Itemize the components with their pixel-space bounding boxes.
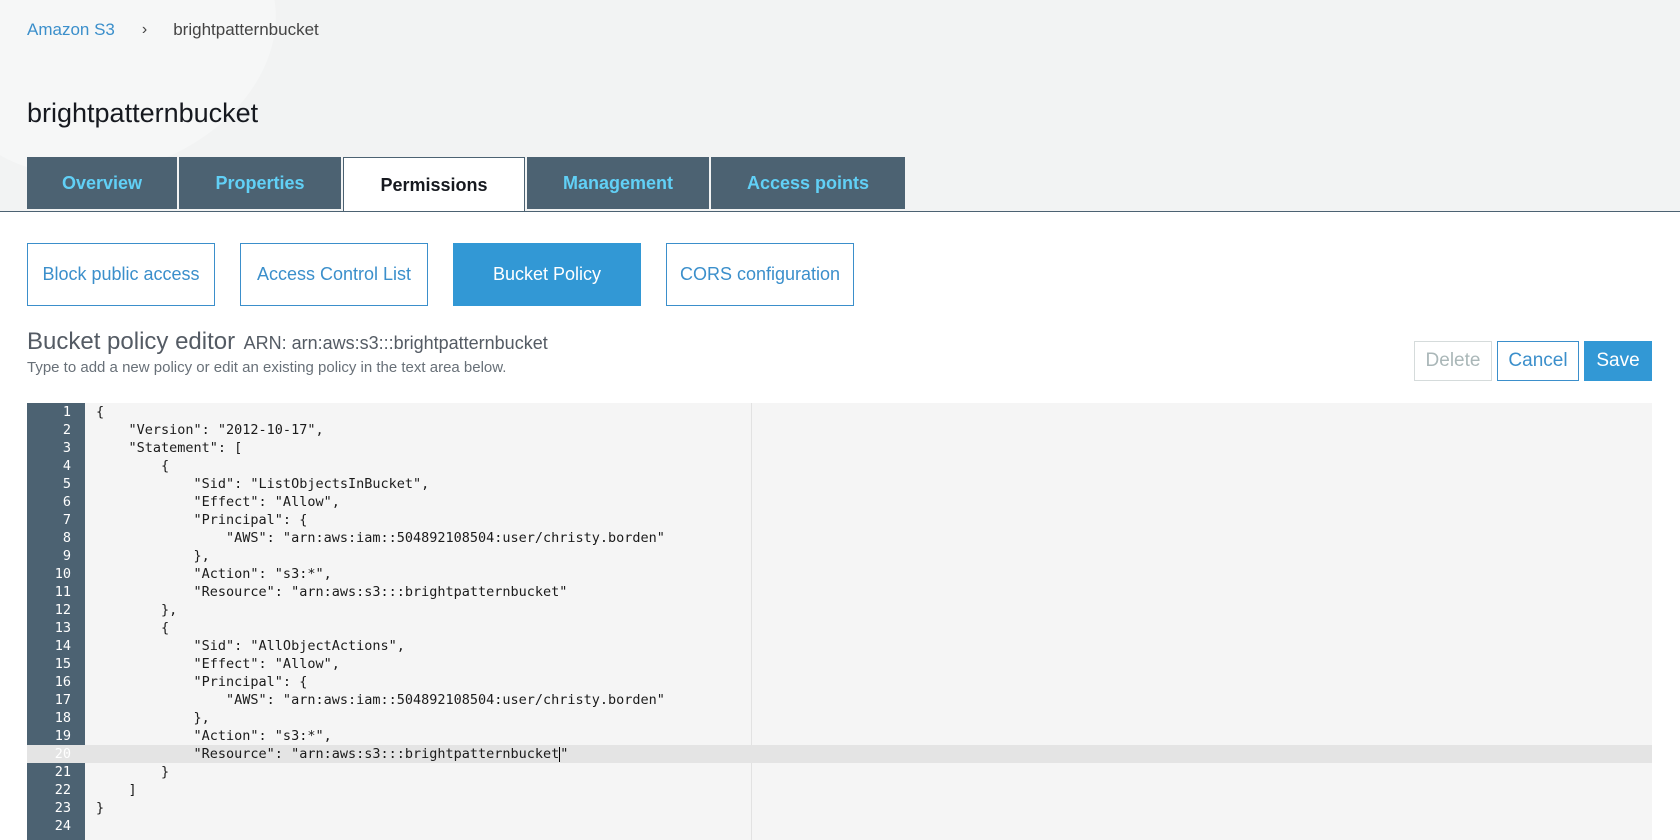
line-number: 15: [54, 656, 71, 672]
line-number: 8: [62, 530, 71, 546]
line-number: 4: [62, 458, 71, 474]
code-line[interactable]: 6 "Effect": "Allow",: [27, 493, 1652, 511]
breadcrumb-current: brightpatternbucket: [173, 20, 319, 39]
line-number: 16: [54, 674, 71, 690]
code-text: "Version": "2012-10-17",: [96, 422, 324, 438]
code-text: "Action": "s3:*",: [96, 566, 332, 582]
line-number: 5: [62, 476, 71, 492]
code-line[interactable]: 23}: [27, 799, 1652, 817]
editor-actions: Delete Cancel Save: [1409, 341, 1652, 381]
code-text: "Statement": [: [96, 440, 243, 456]
editor-hint: Type to add a new policy or edit an exis…: [27, 359, 507, 376]
breadcrumb-amazon-s3-link[interactable]: Amazon S3: [27, 20, 115, 40]
code-line[interactable]: 20 "Resource": "arn:aws:s3:::brightpatte…: [27, 745, 1652, 763]
bucket-tabs: Overview Properties Permissions Manageme…: [27, 157, 907, 212]
code-line[interactable]: 1{: [27, 403, 1652, 421]
code-line[interactable]: 4 {: [27, 457, 1652, 475]
editor-heading: Bucket policy editor ARN: arn:aws:s3:::b…: [27, 328, 548, 356]
tab-underline: [0, 211, 1680, 212]
code-text: {: [96, 620, 170, 636]
code-line[interactable]: 18 },: [27, 709, 1652, 727]
code-text: "Sid": "ListObjectsInBucket",: [96, 476, 430, 492]
breadcrumb: Amazon S3 › brightpatternbucket: [27, 20, 319, 40]
code-text: },: [96, 710, 210, 726]
line-number: 13: [54, 620, 71, 636]
line-number: 22: [54, 782, 71, 798]
code-line[interactable]: 16 "Principal": {: [27, 673, 1652, 691]
code-text: "Effect": "Allow",: [96, 656, 340, 672]
line-number: 11: [54, 584, 71, 600]
line-number: 9: [62, 548, 71, 564]
code-text: "Resource": "arn:aws:s3:::brightpatternb…: [96, 746, 569, 762]
code-line[interactable]: 24: [27, 817, 1652, 835]
code-line[interactable]: 9 },: [27, 547, 1652, 565]
subtab-cors-configuration[interactable]: CORS configuration: [666, 243, 854, 306]
permission-subtabs: Block public access Access Control List …: [27, 243, 879, 306]
line-number: 10: [54, 566, 71, 582]
code-line[interactable]: 14 "Sid": "AllObjectActions",: [27, 637, 1652, 655]
line-number: 18: [54, 710, 71, 726]
subtab-bucket-policy[interactable]: Bucket Policy: [453, 243, 641, 306]
code-line[interactable]: 3 "Statement": [: [27, 439, 1652, 457]
tab-properties[interactable]: Properties: [179, 157, 341, 209]
line-number: 12: [54, 602, 71, 618]
line-number: 3: [62, 440, 71, 456]
line-number: 14: [54, 638, 71, 654]
code-text: "Principal": {: [96, 674, 308, 690]
tab-permissions[interactable]: Permissions: [343, 157, 525, 212]
code-text: "Resource": "arn:aws:s3:::brightpatternb…: [96, 584, 568, 600]
code-line[interactable]: 12 },: [27, 601, 1652, 619]
code-text: }: [96, 800, 105, 816]
code-text: }: [96, 764, 170, 780]
save-button[interactable]: Save: [1584, 341, 1652, 381]
code-line[interactable]: 8 "AWS": "arn:aws:iam::504892108504:user…: [27, 529, 1652, 547]
code-text: "Action": "s3:*",: [96, 728, 332, 744]
text-cursor: [559, 746, 561, 762]
line-number: 6: [62, 494, 71, 510]
line-number: 21: [54, 764, 71, 780]
subtab-block-public-access[interactable]: Block public access: [27, 243, 215, 306]
tab-access-points[interactable]: Access points: [711, 157, 905, 209]
code-line[interactable]: 13 {: [27, 619, 1652, 637]
editor-title: Bucket policy editor: [27, 328, 236, 355]
code-line[interactable]: 19 "Action": "s3:*",: [27, 727, 1652, 745]
code-text: "AWS": "arn:aws:iam::504892108504:user/c…: [96, 530, 665, 546]
code-text: },: [96, 602, 178, 618]
policy-code-editor[interactable]: 1{2 "Version": "2012-10-17", 3 "Statement…: [27, 403, 1652, 840]
line-number: 1: [62, 404, 71, 420]
code-line[interactable]: 11 "Resource": "arn:aws:s3:::brightpatte…: [27, 583, 1652, 601]
line-number: 20: [54, 746, 71, 762]
cancel-button[interactable]: Cancel: [1497, 341, 1579, 381]
code-line[interactable]: 22 ]: [27, 781, 1652, 799]
code-text: "Effect": "Allow",: [96, 494, 340, 510]
line-number: 7: [62, 512, 71, 528]
code-line[interactable]: 5 "Sid": "ListObjectsInBucket",: [27, 475, 1652, 493]
tab-overview[interactable]: Overview: [27, 157, 177, 209]
code-line[interactable]: 17 "AWS": "arn:aws:iam::504892108504:use…: [27, 691, 1652, 709]
code-text: {: [96, 458, 170, 474]
delete-button[interactable]: Delete: [1414, 341, 1492, 381]
code-text: "Principal": {: [96, 512, 308, 528]
code-text: "AWS": "arn:aws:iam::504892108504:user/c…: [96, 692, 665, 708]
code-line[interactable]: 7 "Principal": {: [27, 511, 1652, 529]
code-line[interactable]: 15 "Effect": "Allow",: [27, 655, 1652, 673]
code-text: "Sid": "AllObjectActions",: [96, 638, 405, 654]
code-text: {: [96, 404, 105, 420]
subtab-access-control-list[interactable]: Access Control List: [240, 243, 428, 306]
tab-management[interactable]: Management: [527, 157, 709, 209]
line-number: 23: [54, 800, 71, 816]
code-line[interactable]: 2 "Version": "2012-10-17",: [27, 421, 1652, 439]
code-text: },: [96, 548, 210, 564]
line-number: 17: [54, 692, 71, 708]
bucket-arn: ARN: arn:aws:s3:::brightpatternbucket: [243, 333, 548, 353]
line-number: 24: [54, 818, 71, 834]
page-title: brightpatternbucket: [27, 98, 259, 128]
code-text: ]: [96, 782, 137, 798]
code-line[interactable]: 21 }: [27, 763, 1652, 781]
line-number: 19: [54, 728, 71, 744]
line-number: 2: [62, 422, 71, 438]
chevron-right-icon: ›: [141, 21, 148, 38]
code-line[interactable]: 10 "Action": "s3:*",: [27, 565, 1652, 583]
